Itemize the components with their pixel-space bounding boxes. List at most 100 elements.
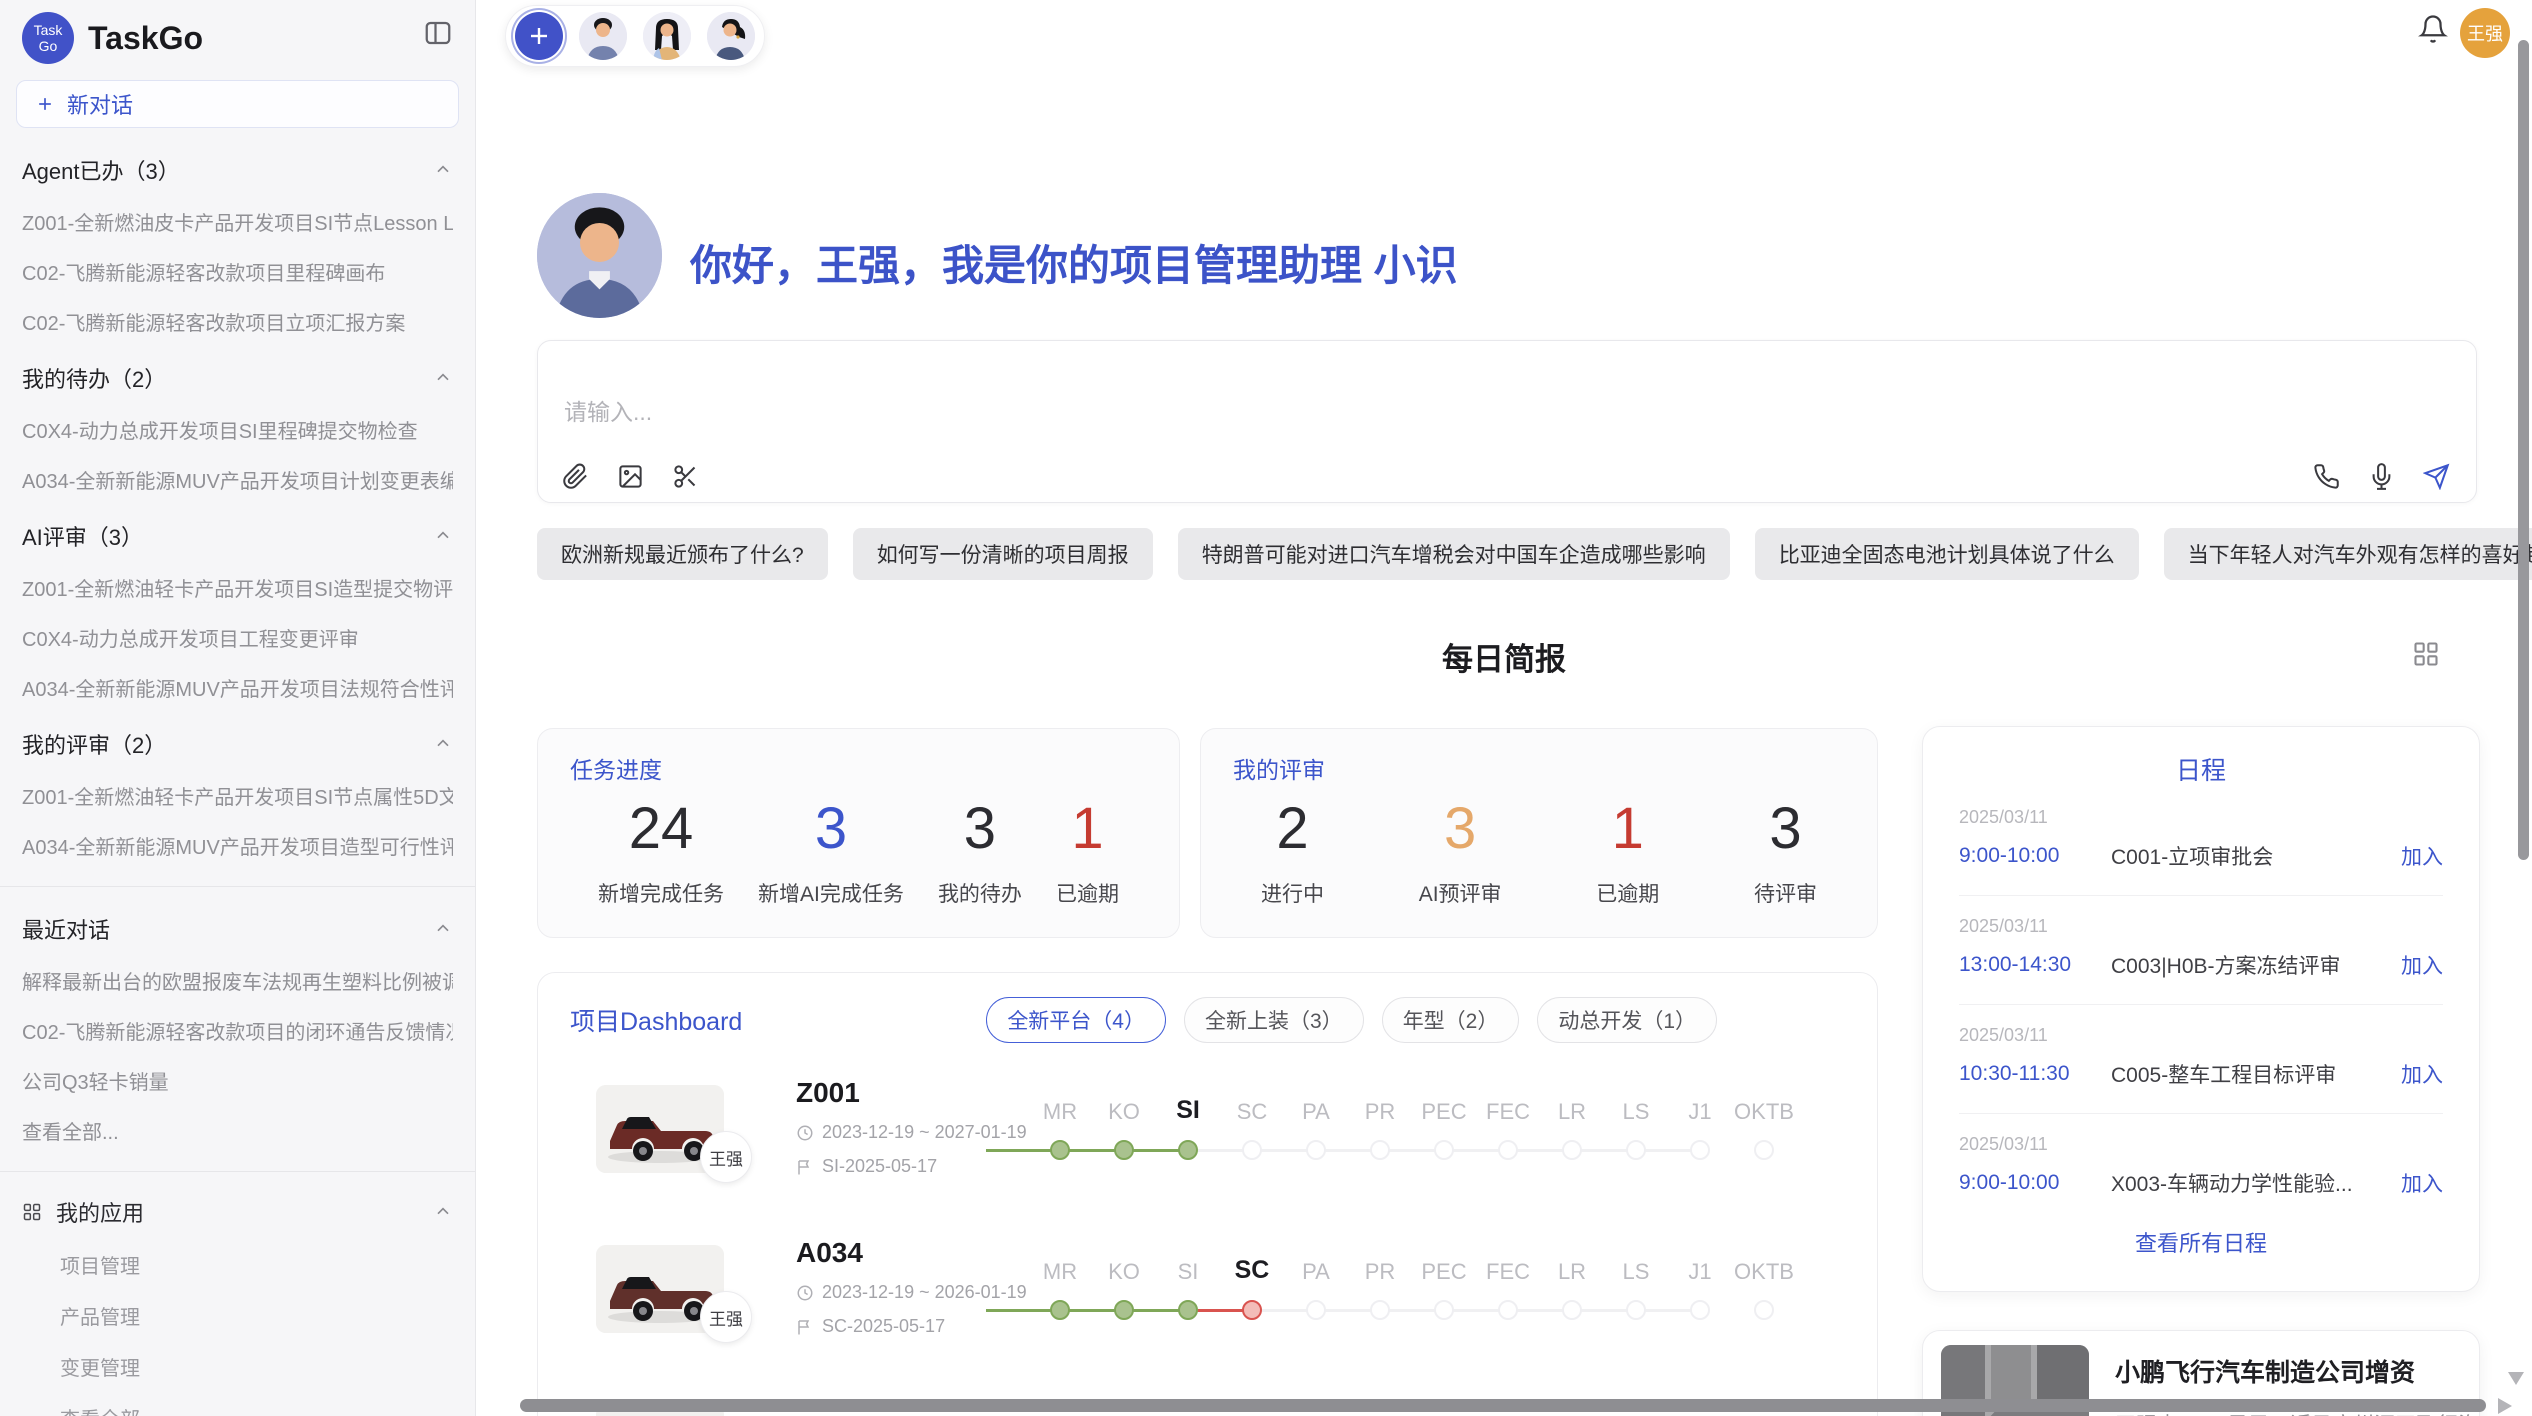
section-ai-review[interactable]: AI评审（3）: [22, 520, 453, 552]
conversation-item[interactable]: C0X4-动力总成开发项目SI里程碑提交物检查: [22, 415, 453, 444]
composer-left-tools: [562, 463, 699, 490]
attachment-icon[interactable]: [562, 463, 589, 490]
join-meeting-link[interactable]: 加入: [2401, 1168, 2443, 1198]
project-image-wrap: 王强: [596, 1245, 724, 1333]
user-avatar[interactable]: 王强: [2460, 8, 2510, 58]
section-my-todo[interactable]: 我的待办（2）: [22, 362, 453, 394]
new-chat-button[interactable]: 新对话: [16, 80, 459, 128]
scroll-down-arrow-icon[interactable]: [2508, 1372, 2524, 1385]
sidebar-item-label: 我的应用: [56, 1196, 419, 1228]
schedule-title: 日程: [1959, 751, 2443, 787]
milestone-node: [1498, 1300, 1518, 1320]
image-icon[interactable]: [617, 463, 644, 490]
milestone-node: [1498, 1140, 1518, 1160]
milestone-label: PEC: [1412, 1259, 1476, 1285]
suggestion-chip[interactable]: 特朗普可能对进口汽车增税会对中国车企造成哪些影响: [1178, 528, 1730, 580]
notifications-bell-icon[interactable]: [2418, 14, 2448, 44]
tab-powertrain[interactable]: 动总开发（1）: [1537, 997, 1717, 1043]
milestone-track: MR KO SI SC PA PR PEC FEC LR LS J1 OKTB: [1028, 1083, 1845, 1203]
milestone-node-done: [1178, 1300, 1198, 1320]
project-dates: 2023-12-19 ~ 2026-01-19: [822, 1282, 1027, 1303]
project-row-a034[interactable]: 王强 A034 2023-12-19 ~ 2026-01-19 SC-2025-…: [570, 1237, 1845, 1363]
scissors-icon[interactable]: [672, 463, 699, 490]
milestone-node-done: [1178, 1140, 1198, 1160]
conversation-item[interactable]: Z001-全新燃油轻卡产品开发项目SI造型提交物评审: [22, 573, 453, 602]
stat-value: 3: [938, 795, 1022, 862]
horizontal-scrollbar[interactable]: [520, 1399, 2486, 1412]
sidebar-item-project-mgmt[interactable]: 项目管理: [60, 1250, 453, 1279]
agent-avatar-2[interactable]: [643, 12, 691, 60]
tab-new-platform[interactable]: 全新平台（4）: [986, 997, 1166, 1043]
agent-avatar-3[interactable]: [707, 12, 755, 60]
join-meeting-link[interactable]: 加入: [2401, 1059, 2443, 1089]
sidebar-collapse-icon[interactable]: [423, 18, 453, 48]
sidebar-item-product-mgmt[interactable]: 产品管理: [60, 1301, 453, 1330]
milestone-label: KO: [1092, 1259, 1156, 1285]
milestone-node-done: [1114, 1300, 1134, 1320]
conversation-item[interactable]: C02-飞腾新能源轻客改款项目立项汇报方案: [22, 307, 453, 336]
conversation-item[interactable]: 公司Q3轻卡销量: [22, 1066, 453, 1095]
stat-label: 已逾期: [1056, 878, 1119, 908]
phone-icon[interactable]: [2313, 463, 2340, 490]
sidebar: Task Go TaskGo 新对话 Agent已办（3） Z001-全新燃油皮…: [0, 0, 476, 1416]
conversation-item[interactable]: A034-全新新能源MUV产品开发项目计划变更表编写: [22, 465, 453, 494]
milestone-node: [1306, 1300, 1326, 1320]
chevron-up-icon: [433, 368, 453, 388]
suggestion-chip[interactable]: 欧洲新规最近颁布了什么?: [537, 528, 828, 580]
stat-overdue: 1 已逾期: [1056, 795, 1119, 908]
sidebar-item-my-apps[interactable]: 我的应用: [22, 1196, 453, 1228]
conversation-item[interactable]: C02-飞腾新能源轻客改款项目里程碑画布: [22, 257, 453, 286]
sidebar-item-change-mgmt[interactable]: 变更管理: [60, 1352, 453, 1381]
section-my-review[interactable]: 我的评审（2）: [22, 728, 453, 760]
conversation-item[interactable]: C02-飞腾新能源轻客改款项目的闭环通告反馈情况: [22, 1016, 453, 1045]
conversation-item[interactable]: C0X4-动力总成开发项目工程变更评审: [22, 623, 453, 652]
tab-new-body[interactable]: 全新上装（3）: [1184, 997, 1364, 1043]
send-icon[interactable]: [2423, 463, 2450, 490]
vertical-scrollbar[interactable]: [2518, 40, 2529, 860]
join-meeting-link[interactable]: 加入: [2401, 950, 2443, 980]
event-name: C005-整车工程目标评审: [2111, 1059, 2389, 1089]
stat-value: 1: [1596, 795, 1659, 862]
project-owner-badge: 王强: [700, 1131, 752, 1183]
taskgo-logo: Task Go: [22, 12, 74, 64]
section-recent-chats[interactable]: 最近对话: [22, 913, 453, 945]
new-chat-label: 新对话: [67, 88, 133, 120]
event-time: 9:00-10:00: [1959, 844, 2111, 868]
tab-year-model[interactable]: 年型（2）: [1382, 997, 1520, 1043]
stat-pending-review: 3 待评审: [1754, 795, 1817, 908]
layout-grid-icon[interactable]: [2412, 640, 2440, 668]
suggestion-chip[interactable]: 当下年轻人对汽车外观有怎样的喜好趋势: [2164, 528, 2532, 580]
scroll-right-arrow-icon[interactable]: [2498, 1398, 2512, 1414]
conversation-item[interactable]: A034-全新新能源MUV产品开发项目造型可行性评审: [22, 831, 453, 860]
conversation-item[interactable]: 解释最新出台的欧盟报废车法规再生塑料比例被调至15%...: [22, 966, 453, 995]
conversation-item[interactable]: Z001-全新燃油轻卡产品开发项目SI节点属性5D文件评审: [22, 781, 453, 810]
suggestion-chip[interactable]: 如何写一份清晰的项目周报: [853, 528, 1153, 580]
section-agent-done[interactable]: Agent已办（3）: [22, 154, 453, 186]
milestone-label: MR: [1028, 1099, 1092, 1125]
view-all-apps[interactable]: 查看全部...: [60, 1403, 453, 1416]
stat-value: 3: [758, 795, 904, 862]
suggestion-chip[interactable]: 比亚迪全固态电池计划具体说了什么: [1755, 528, 2139, 580]
event-name: C003|H0B-方案冻结评审: [2111, 950, 2389, 980]
join-meeting-link[interactable]: 加入: [2401, 841, 2443, 871]
agent-avatar-1[interactable]: [579, 12, 627, 60]
stat-value: 1: [1056, 795, 1119, 862]
composer-right-tools: [2313, 463, 2450, 490]
milestone-node: [1434, 1140, 1454, 1160]
conversation-item[interactable]: A034-全新新能源MUV产品开发项目法规符合性评审: [22, 673, 453, 702]
conversation-item[interactable]: Z001-全新燃油皮卡产品开发项目SI节点Lesson Learn报告: [22, 207, 453, 236]
view-all-chats[interactable]: 查看全部...: [22, 1116, 453, 1145]
news-title: 小鹏飞行汽车制造公司增资: [2115, 1353, 2497, 1389]
stat-label: 新增完成任务: [598, 878, 724, 908]
milestone-label: FEC: [1476, 1259, 1540, 1285]
assistant-avatar: [537, 193, 662, 318]
microphone-icon[interactable]: [2368, 463, 2395, 490]
project-flag-date: SI-2025-05-17: [822, 1156, 937, 1177]
project-row-z001[interactable]: 王强 Z001 2023-12-19 ~ 2027-01-19 SI-2025-…: [570, 1077, 1845, 1203]
add-agent-button[interactable]: [515, 12, 563, 60]
schedule-event: 2025/03/11 10:30-11:30 C005-整车工程目标评审 加入: [1959, 1005, 2443, 1089]
chat-input[interactable]: [564, 393, 2264, 455]
view-all-schedule-link[interactable]: 查看所有日程: [1959, 1226, 2443, 1258]
milestone-label: LS: [1604, 1099, 1668, 1125]
milestone-label: MR: [1028, 1259, 1092, 1285]
